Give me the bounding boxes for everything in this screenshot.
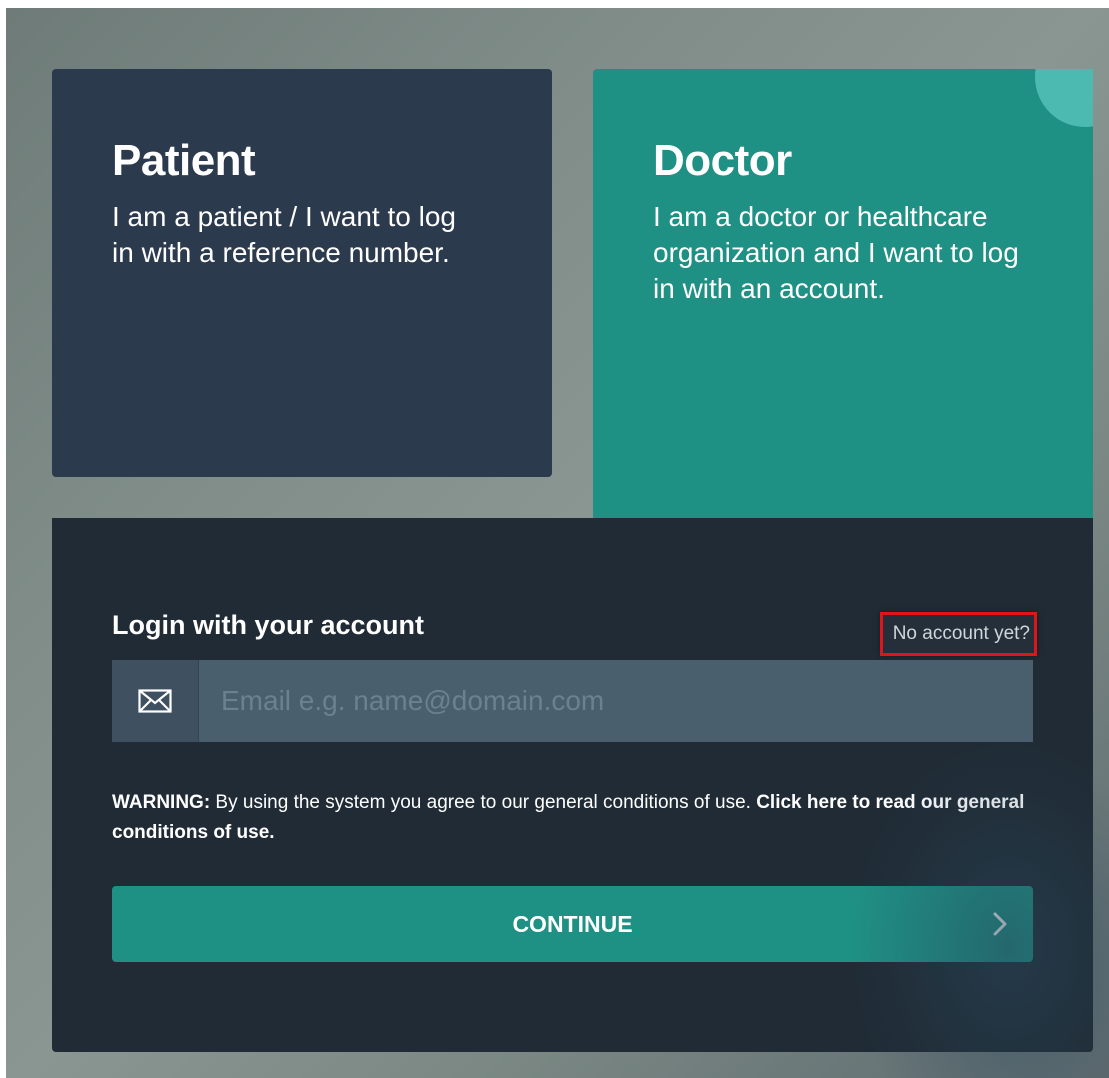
warning-text: By using the system you agree to our gen…	[210, 792, 757, 813]
doctor-card-description: I am a doctor or healthcare organization…	[653, 201, 1019, 304]
background: Patient I am a patient / I want to log i…	[6, 8, 1109, 1078]
warning-label: WARNING:	[112, 792, 211, 813]
patient-card[interactable]: Patient I am a patient / I want to log i…	[52, 69, 552, 477]
continue-button[interactable]: CONTINUE	[112, 886, 1033, 962]
login-heading: Login with your account	[112, 610, 424, 640]
patient-card-title: Patient	[112, 136, 256, 185]
email-input[interactable]	[199, 660, 1033, 742]
chevron-right-icon	[993, 912, 1007, 936]
doctor-card-title: Doctor	[653, 136, 792, 185]
no-account-link[interactable]: No account yet?	[879, 612, 1037, 656]
login-panel: Login with your account No account yet? …	[52, 518, 1093, 1052]
corner-decoration	[1035, 69, 1093, 127]
patient-card-description: I am a patient / I want to log in with a…	[112, 201, 456, 268]
email-field-group	[112, 660, 1033, 742]
doctor-card[interactable]: Doctor I am a doctor or healthcare organ…	[593, 69, 1093, 529]
continue-label: CONTINUE	[512, 910, 633, 937]
envelope-icon	[112, 660, 199, 742]
terms-warning: WARNING: By using the system you agree t…	[112, 788, 1042, 848]
